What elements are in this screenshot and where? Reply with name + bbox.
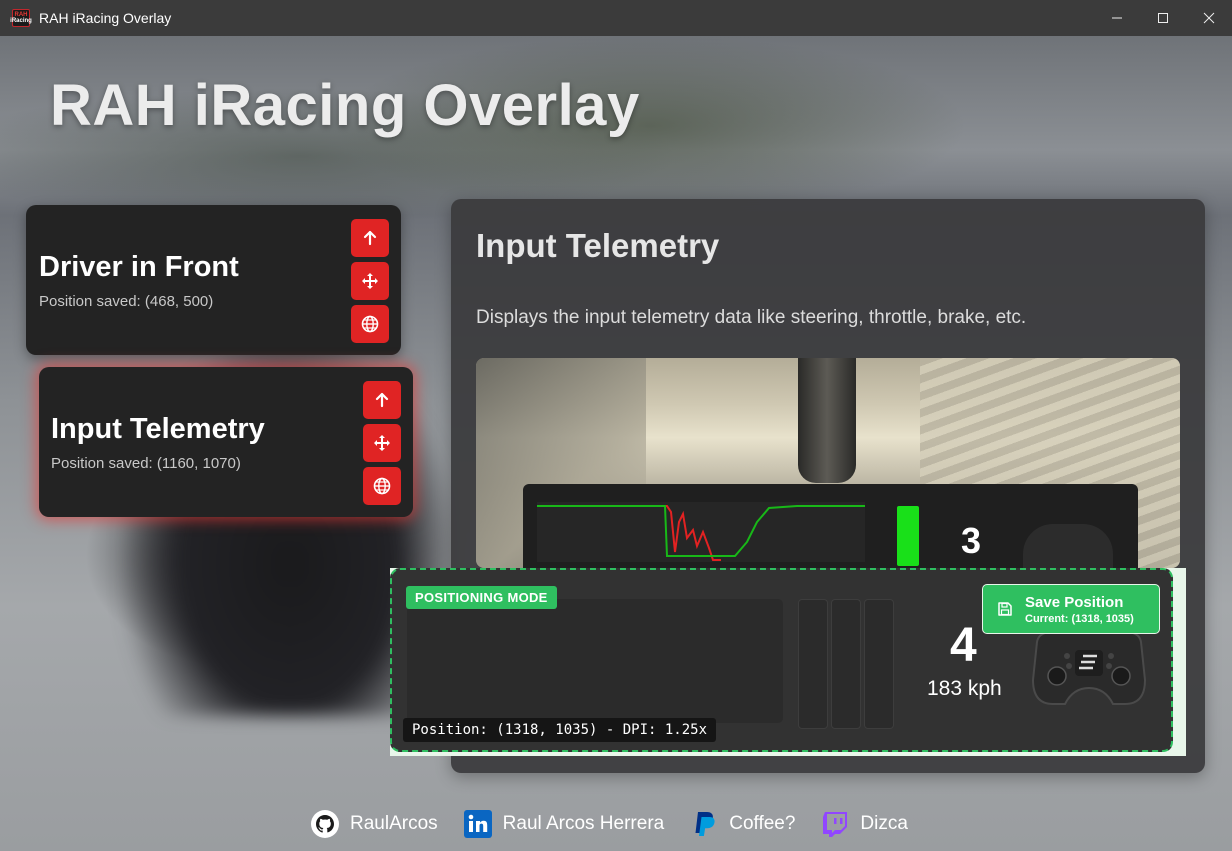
overlay-card-actions: [363, 381, 401, 505]
paypal-label: Coffee?: [729, 813, 796, 834]
speed-readout: 183 kph: [927, 677, 1002, 700]
web-overlay-button[interactable]: [351, 305, 389, 343]
overlay-card-title: Driver in Front: [39, 251, 239, 283]
overlay-card-input-telemetry[interactable]: Input Telemetry Position saved: (1160, 1…: [39, 367, 413, 517]
window-titlebar: RAH iRacing RAH iRacing Overlay: [0, 0, 1232, 36]
twitch-icon: [820, 809, 850, 839]
close-button[interactable]: [1186, 0, 1232, 36]
web-overlay-button[interactable]: [363, 467, 401, 505]
preview-telemetry-overlay: 3: [523, 484, 1138, 568]
pedal-bar-slot: [864, 599, 894, 729]
input-graph-area: [407, 599, 783, 723]
preview-gear: 3: [961, 520, 982, 561]
linkedin-link[interactable]: Raul Arcos Herrera: [463, 809, 665, 839]
twitch-link[interactable]: Dizca: [820, 809, 908, 839]
footer-links: RaulArcos Raul Arcos Herrera Coffee? Diz…: [310, 809, 933, 839]
detail-title: Input Telemetry: [476, 227, 720, 264]
preview-mirror: [798, 358, 856, 483]
positioning-overlay[interactable]: POSITIONING MODE 4 183 kph Position: (13…: [390, 568, 1186, 756]
position-readout: Position: (1318, 1035) - DPI: 1.25x: [403, 718, 717, 742]
github-link[interactable]: RaulArcos: [310, 809, 438, 839]
minimize-icon: [1112, 17, 1122, 19]
save-position-label: Save Position: [1025, 593, 1124, 611]
save-position-button[interactable]: Save Position Current: (1318, 1035): [982, 584, 1160, 634]
overlay-card-status: Position saved: (1160, 1070): [51, 455, 241, 472]
linkedin-label: Raul Arcos Herrera: [502, 813, 665, 834]
pedal-bars: [798, 599, 894, 729]
toggle-overlay-button[interactable]: [351, 219, 389, 257]
overlay-card-title: Input Telemetry: [51, 413, 265, 445]
twitch-label: Dizca: [860, 813, 908, 834]
move-overlay-button[interactable]: [363, 424, 401, 462]
arrow-up-icon: [375, 392, 389, 408]
preview-steering-wheel: [1023, 524, 1113, 568]
maximize-icon: [1158, 13, 1168, 23]
globe-icon: [361, 315, 379, 333]
arrow-up-icon: [363, 230, 377, 246]
maximize-button[interactable]: [1140, 0, 1186, 36]
move-icon: [362, 273, 378, 289]
window-title: RAH iRacing Overlay: [39, 10, 172, 26]
gear-indicator: 4: [950, 619, 977, 672]
window-controls: [1094, 0, 1232, 36]
minimize-button[interactable]: [1094, 0, 1140, 36]
toggle-overlay-button[interactable]: [363, 381, 401, 419]
paypal-link[interactable]: Coffee?: [689, 809, 795, 839]
telemetry-overlay-window[interactable]: POSITIONING MODE 4 183 kph Position: (13…: [390, 568, 1173, 752]
preview-throttle-bar: [897, 506, 919, 566]
github-icon: [310, 809, 340, 839]
detail-description: Displays the input telemetry data like s…: [476, 307, 1027, 328]
app-icon: RAH iRacing: [10, 9, 32, 27]
pedal-bar-slot: [831, 599, 861, 729]
github-label: RaulArcos: [350, 813, 438, 834]
steering-wheel-icon: [1031, 630, 1147, 705]
paypal-icon: [689, 809, 719, 839]
linkedin-icon: [463, 809, 493, 839]
move-overlay-button[interactable]: [351, 262, 389, 300]
positioning-mode-badge: POSITIONING MODE: [406, 586, 557, 609]
preview-input-trace: [537, 505, 865, 561]
overlay-card-actions: [351, 219, 389, 343]
overlay-card-driver-in-front[interactable]: Driver in Front Position saved: (468, 50…: [26, 205, 401, 355]
save-icon: [998, 602, 1012, 616]
pedal-bar-slot: [798, 599, 828, 729]
globe-icon: [373, 477, 391, 495]
move-icon: [374, 435, 390, 451]
overlay-card-status: Position saved: (468, 500): [39, 293, 214, 310]
save-position-current: Current: (1318, 1035): [1025, 612, 1134, 625]
close-icon: [1203, 12, 1215, 24]
page-title: RAH iRacing Overlay: [50, 73, 640, 138]
overlay-preview-image: 3: [476, 358, 1180, 568]
